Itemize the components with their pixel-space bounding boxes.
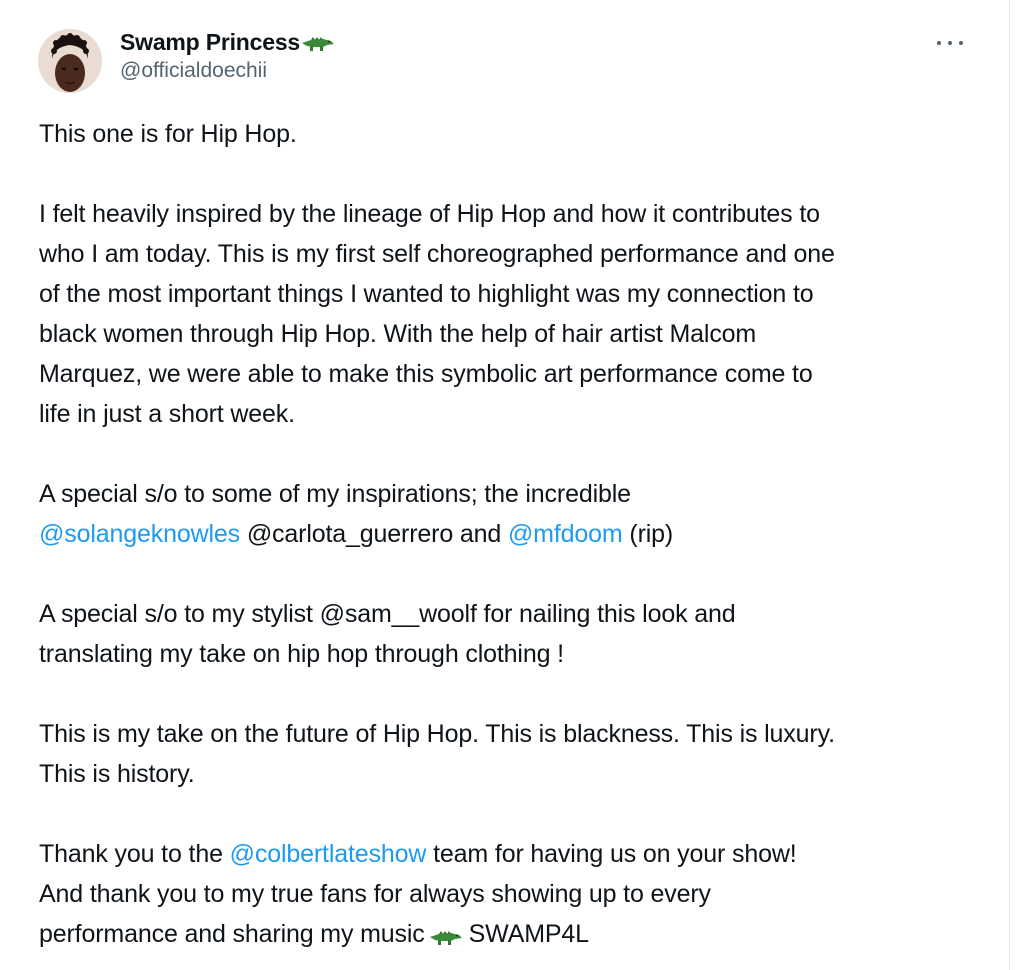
paragraph-line: of the most important things I wanted to… bbox=[39, 280, 814, 308]
hashtag-text: SWAMP4L bbox=[468, 920, 589, 948]
crocodile-icon bbox=[429, 918, 463, 958]
paragraph-line: A special s/o to some of my inspirations… bbox=[39, 480, 631, 508]
mention-link-mfdoom[interactable]: @mfdoom bbox=[508, 520, 623, 548]
paragraph-text: team for having us on your show! bbox=[426, 840, 797, 868]
crocodile-icon bbox=[301, 34, 335, 57]
paragraph-line: who I am today. This is my first self ch… bbox=[39, 240, 835, 268]
paragraph-line: life in just a short week. bbox=[39, 400, 295, 428]
paragraph-line: black women through Hip Hop. With the he… bbox=[39, 320, 757, 348]
tweet-paragraph: This one is for Hip Hop. bbox=[39, 114, 989, 154]
author-info: Swamp Princess @officialdoechii bbox=[120, 27, 335, 83]
tweet-card: Swamp Princess @officialdoechii This one bbox=[0, 0, 1010, 970]
avatar[interactable] bbox=[38, 29, 102, 93]
tweet-text: This one is for Hip Hop. I felt heavily … bbox=[39, 114, 989, 958]
mention-link-solangeknowles[interactable]: @solangeknowles bbox=[39, 520, 240, 548]
paragraph-line: translating my take on hip hop through c… bbox=[39, 640, 564, 668]
tweet-paragraph: I felt heavily inspired by the lineage o… bbox=[39, 194, 989, 434]
tweet-paragraph: This is my take on the future of Hip Hop… bbox=[39, 714, 989, 794]
tweet-paragraph: Thank you to the @colbertlateshow team f… bbox=[39, 834, 989, 958]
paragraph-line: This is my take on the future of Hip Hop… bbox=[39, 720, 835, 748]
tweet-paragraph: A special s/o to my stylist @sam__woolf … bbox=[39, 594, 989, 674]
user-handle[interactable]: @officialdoechii bbox=[120, 59, 335, 83]
paragraph-text: Thank you to the bbox=[39, 840, 230, 868]
paragraph-line: A special s/o to my stylist @sam__woolf … bbox=[39, 600, 736, 628]
paragraph-line: Marquez, we were able to make this symbo… bbox=[39, 360, 813, 388]
tweet-paragraph: A special s/o to some of my inspirations… bbox=[39, 474, 989, 554]
paragraph-line: This one is for Hip Hop. bbox=[39, 120, 297, 148]
mention-link-colbertlateshow[interactable]: @colbertlateshow bbox=[230, 840, 427, 868]
display-name[interactable]: Swamp Princess bbox=[120, 29, 300, 56]
display-name-row[interactable]: Swamp Princess bbox=[120, 27, 335, 57]
tweet-header: Swamp Princess @officialdoechii bbox=[38, 24, 989, 94]
avatar-image bbox=[38, 29, 102, 93]
paragraph-text: (rip) bbox=[622, 520, 674, 548]
paragraph-line: I felt heavily inspired by the lineage o… bbox=[39, 200, 820, 228]
paragraph-text: performance and sharing my music bbox=[39, 920, 425, 948]
more-options-icon[interactable] bbox=[937, 36, 963, 50]
paragraph-line: This is history. bbox=[39, 760, 195, 788]
paragraph-text: @carlota_guerrero and bbox=[240, 520, 508, 548]
paragraph-line: And thank you to my true fans for always… bbox=[39, 880, 711, 908]
